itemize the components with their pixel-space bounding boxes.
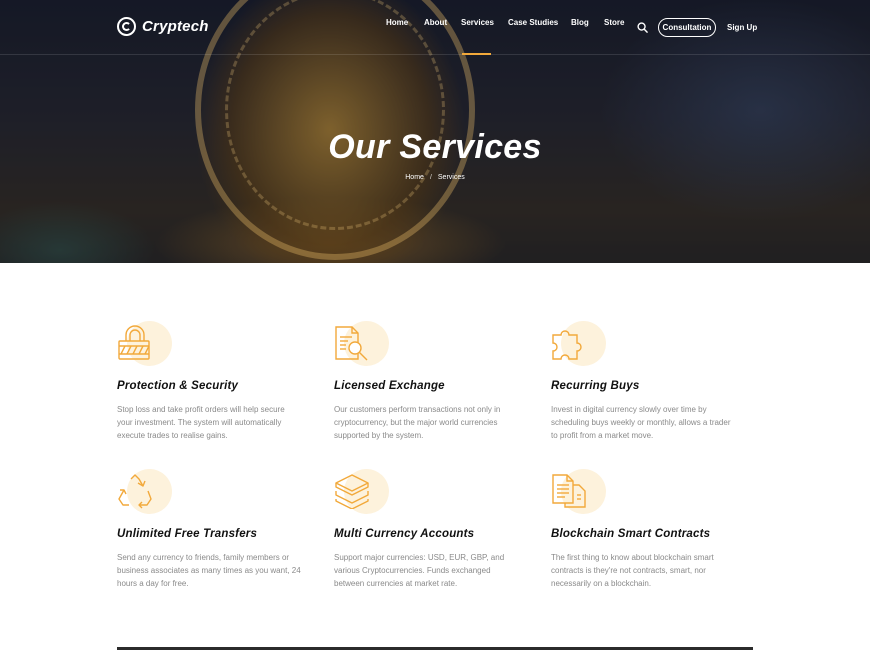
service-title: Licensed Exchange (334, 380, 445, 392)
service-description: Our customers perform transactions not o… (334, 405, 501, 440)
nav-about[interactable]: About (424, 18, 447, 27)
logo-icon (117, 17, 136, 36)
search-icon[interactable] (637, 22, 648, 33)
sign-up-link[interactable]: Sign Up (727, 23, 757, 32)
service-title: Unlimited Free Transfers (117, 528, 258, 540)
page-title: Our Services (328, 128, 542, 166)
breadcrumb-home[interactable]: Home (405, 174, 424, 181)
recycle-icon (118, 474, 152, 509)
logo[interactable]: Cryptech (117, 17, 209, 36)
service-title: Multi Currency Accounts (334, 528, 475, 540)
service-title: Blockchain Smart Contracts (551, 528, 711, 540)
puzzle-icon (552, 330, 582, 360)
breadcrumb-current: Services (437, 174, 465, 181)
service-description: Support major currencies: USD, EUR, GBP,… (334, 553, 505, 588)
hero-banner: Cryptech Home About Services Case Studie… (0, 0, 870, 263)
nav-blog[interactable]: Blog (571, 18, 589, 27)
service-description: Stop loss and take profit orders will he… (117, 405, 285, 440)
service-description: Send any currency to friends, family mem… (117, 553, 301, 588)
service-icon-wrap (117, 469, 177, 519)
layers-icon (335, 474, 369, 509)
brand-name: Cryptech (142, 18, 209, 35)
active-nav-indicator (462, 53, 491, 55)
service-description: Invest in digital currency slowly over t… (551, 405, 731, 440)
nav-services[interactable]: Services (461, 18, 494, 27)
consultation-button[interactable]: Consultation (658, 18, 716, 37)
service-title: Recurring Buys (551, 380, 640, 392)
service-title: Protection & Security (117, 380, 239, 392)
document-search-icon (335, 326, 368, 361)
service-icon-wrap (334, 469, 394, 519)
services-section: Protection & Security Stop loss and take… (0, 263, 870, 650)
service-description: The first thing to know about blockchain… (551, 553, 714, 588)
service-icon-wrap (551, 469, 611, 519)
nav-home[interactable]: Home (386, 18, 408, 27)
documents-icon (552, 474, 586, 508)
service-icon-wrap (551, 321, 611, 371)
nav-store[interactable]: Store (604, 18, 624, 27)
service-icon-wrap (117, 321, 177, 371)
service-icon-wrap (334, 321, 394, 371)
breadcrumb-separator: / (429, 174, 432, 181)
breadcrumb: Home / Services (0, 174, 870, 181)
nav-case-studies[interactable]: Case Studies (508, 18, 558, 27)
lock-icon (118, 325, 150, 360)
